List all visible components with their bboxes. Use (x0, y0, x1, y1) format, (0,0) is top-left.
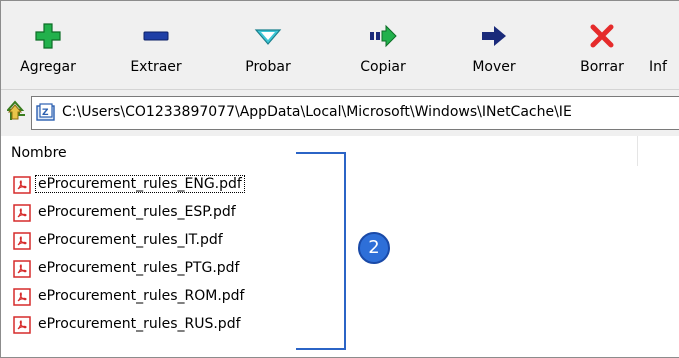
name-column-title: Nombre (11, 145, 67, 161)
info-button[interactable]: Inf (649, 21, 679, 83)
delete-button[interactable]: Borrar (567, 21, 637, 83)
delete-x-icon (567, 21, 637, 51)
pdf-file-icon (13, 288, 31, 310)
move-button-label: Mover (472, 59, 516, 75)
pdf-file-icon (13, 204, 31, 226)
check-icon (233, 21, 303, 51)
info-button-label: Inf (649, 59, 667, 75)
extract-button-label: Extraer (130, 59, 182, 75)
test-button[interactable]: Probar (233, 21, 303, 83)
annotation-callout-badge: 2 (358, 232, 390, 264)
archive-icon: Z (36, 103, 56, 127)
pdf-file-icon (13, 316, 31, 338)
file-name: eProcurement_rules_ROM.pdf (38, 288, 245, 304)
address-path: C:\Users\CO1233897077\AppData\Local\Micr… (62, 104, 572, 120)
delete-button-label: Borrar (580, 59, 624, 75)
pdf-file-icon (13, 176, 31, 198)
file-name: eProcurement_rules_RUS.pdf (38, 316, 241, 332)
up-folder-icon[interactable] (5, 100, 27, 126)
address-bar-row: Z C:\Users\CO1233897077\AppData\Local\Mi… (1, 90, 679, 136)
copy-arrow-icon (348, 21, 418, 51)
move-button[interactable]: Mover (459, 21, 529, 83)
extract-button[interactable]: Extraer (121, 21, 191, 83)
pdf-file-icon (13, 232, 31, 254)
toolbar: Agregar Extraer Probar Copiar Mover Borr… (1, 1, 679, 89)
pdf-file-icon (13, 260, 31, 282)
svg-text:Z: Z (42, 108, 49, 118)
plus-icon (13, 21, 83, 51)
address-field[interactable]: Z C:\Users\CO1233897077\AppData\Local\Mi… (31, 96, 679, 130)
copy-button[interactable]: Copiar (348, 21, 418, 83)
column-divider[interactable] (637, 136, 638, 166)
copy-button-label: Copiar (360, 59, 406, 75)
file-name: eProcurement_rules_IT.pdf (38, 232, 223, 248)
minus-icon (121, 21, 191, 51)
move-arrow-icon (459, 21, 529, 51)
annotation-bracket (296, 152, 346, 350)
add-button-label: Agregar (20, 59, 76, 75)
test-button-label: Probar (245, 59, 291, 75)
add-button[interactable]: Agregar (13, 21, 83, 83)
file-name: eProcurement_rules_ESP.pdf (38, 204, 236, 220)
info-icon (649, 21, 679, 51)
file-name: eProcurement_rules_ENG.pdf (35, 175, 245, 193)
file-name: eProcurement_rules_PTG.pdf (38, 260, 240, 276)
